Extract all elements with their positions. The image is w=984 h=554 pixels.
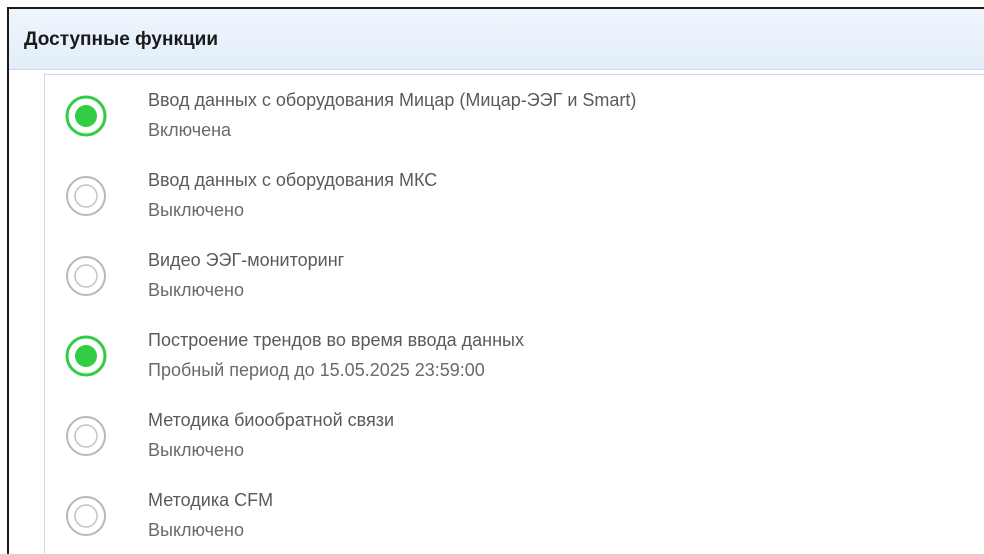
- feature-item-biofeedback[interactable]: Методика биообратной связи Выключено: [45, 397, 984, 477]
- radio-inactive-icon[interactable]: [64, 494, 108, 538]
- feature-item-mks-input[interactable]: Ввод данных с оборудования МКС Выключено: [45, 157, 984, 237]
- feature-item-video-eeg[interactable]: Видео ЭЭГ-мониторинг Выключено: [45, 237, 984, 317]
- feature-status: Выключено: [148, 520, 244, 540]
- available-features-window: Доступные функции Ввод данных с оборудов…: [7, 7, 984, 554]
- feature-item-cfm[interactable]: Методика CFM Выключено: [45, 477, 984, 554]
- feature-status: Пробный период до 15.05.2025 23:59:00: [148, 360, 485, 380]
- feature-title: Ввод данных с оборудования Мицар (Мицар-…: [148, 90, 637, 110]
- radio-active-icon[interactable]: [64, 334, 108, 378]
- feature-title: Методика биообратной связи: [148, 410, 395, 430]
- feature-status: Выключено: [148, 280, 244, 300]
- feature-status: Выключено: [148, 200, 244, 220]
- feature-title: Ввод данных с оборудования МКС: [148, 170, 438, 190]
- feature-status: Выключено: [148, 440, 244, 460]
- feature-item-mitsar-input[interactable]: Ввод данных с оборудования Мицар (Мицар-…: [45, 77, 984, 157]
- panel-title: Доступные функции: [24, 29, 219, 50]
- radio-active-icon[interactable]: [64, 94, 108, 138]
- panel-header: Доступные функции: [9, 9, 984, 70]
- radio-inactive-icon[interactable]: [64, 174, 108, 218]
- feature-title: Видео ЭЭГ-мониторинг: [148, 250, 345, 270]
- feature-status: Включена: [148, 120, 232, 140]
- features-list: Ввод данных с оборудования Мицар (Мицар-…: [44, 74, 984, 554]
- feature-title: Методика CFM: [148, 490, 274, 510]
- feature-item-trends[interactable]: Построение трендов во время ввода данных…: [45, 317, 984, 397]
- radio-inactive-icon[interactable]: [64, 414, 108, 458]
- radio-inactive-icon[interactable]: [64, 254, 108, 298]
- feature-title: Построение трендов во время ввода данных: [148, 330, 524, 350]
